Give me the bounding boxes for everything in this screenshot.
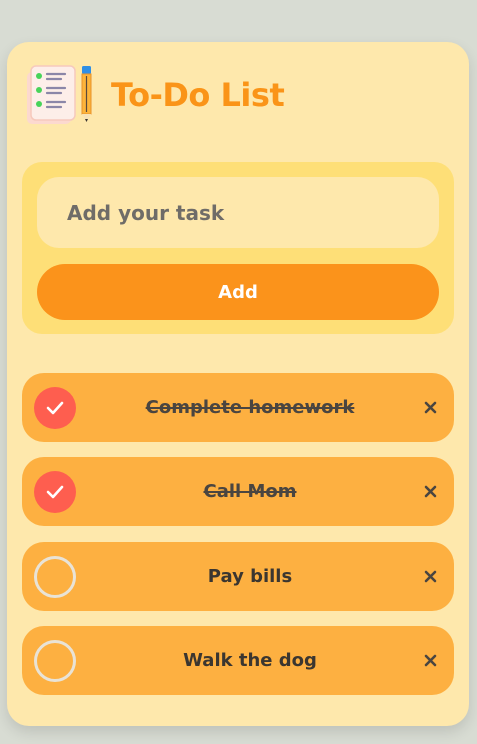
close-icon — [424, 485, 436, 497]
task-checkbox[interactable] — [34, 387, 76, 429]
task-text: Pay bills — [207, 566, 293, 587]
task-input[interactable] — [37, 177, 439, 248]
todo-card: To-Do List Add Complete homework Call Mo… — [7, 42, 469, 726]
task-item[interactable]: Complete homework — [22, 373, 454, 442]
task-checkbox[interactable] — [34, 556, 76, 598]
delete-task-button[interactable] — [420, 566, 440, 586]
delete-task-button[interactable] — [420, 650, 440, 670]
app-header: To-Do List — [25, 62, 285, 128]
app-title: To-Do List — [111, 76, 285, 114]
close-icon — [424, 570, 436, 582]
close-icon — [424, 401, 436, 413]
task-item[interactable]: Call Mom — [22, 457, 454, 526]
delete-task-button[interactable] — [420, 397, 440, 417]
add-button[interactable]: Add — [37, 264, 439, 320]
task-text: Complete homework — [145, 397, 355, 418]
task-text: Call Mom — [203, 481, 297, 502]
task-text: Walk the dog — [183, 650, 317, 671]
check-icon — [46, 401, 64, 415]
check-icon — [46, 485, 64, 499]
task-item[interactable]: Pay bills — [22, 542, 454, 611]
task-item[interactable]: Walk the dog — [22, 626, 454, 695]
task-checkbox[interactable] — [34, 471, 76, 513]
task-checkbox[interactable] — [34, 640, 76, 682]
notepad-pencil-icon — [27, 65, 92, 124]
delete-task-button[interactable] — [420, 481, 440, 501]
add-task-panel: Add — [22, 162, 454, 334]
close-icon — [424, 654, 436, 666]
